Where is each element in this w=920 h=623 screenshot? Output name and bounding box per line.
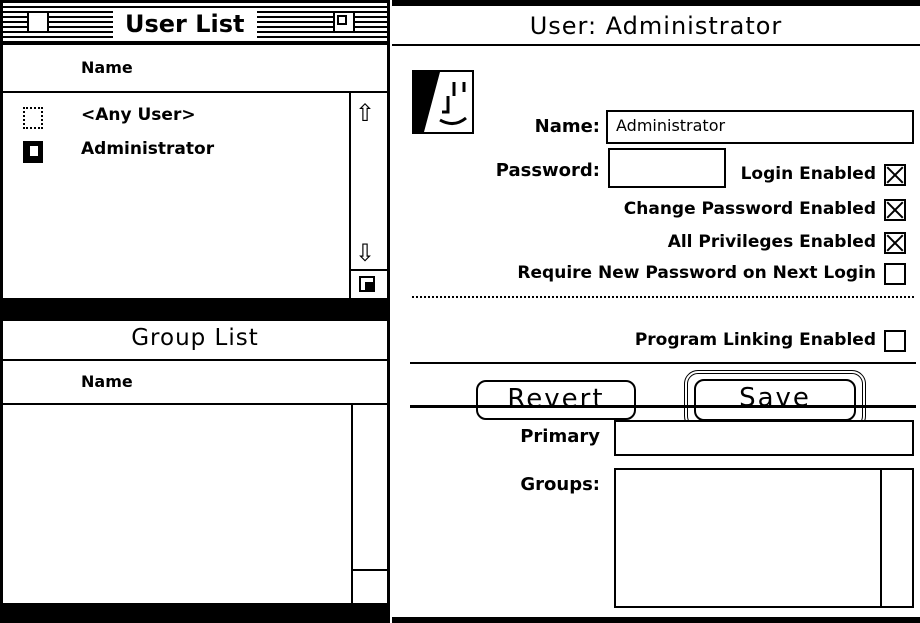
- group-list-scrollbar[interactable]: [351, 405, 387, 603]
- list-item[interactable]: <Any User>: [3, 103, 349, 133]
- groups-list[interactable]: [614, 468, 914, 608]
- user-detail-window: User: Administrator Name: Administrator …: [392, 0, 920, 623]
- grow-box-icon[interactable]: [353, 569, 387, 603]
- all-privileges-checkbox[interactable]: [884, 232, 906, 254]
- group-list-header: Name: [3, 361, 387, 405]
- change-password-checkbox[interactable]: [884, 199, 906, 221]
- user-detail-title: User: Administrator: [392, 6, 920, 46]
- grow-box-icon[interactable]: [351, 269, 387, 298]
- scroll-down-arrow-icon[interactable]: ⇩: [355, 241, 375, 265]
- save-button[interactable]: Save: [694, 379, 856, 421]
- revert-button[interactable]: Revert: [476, 380, 636, 420]
- groups-scrollbar[interactable]: [880, 470, 912, 606]
- group-list-column-name[interactable]: Name: [81, 372, 133, 391]
- user-list-window: User List Name <Any User> Administrator …: [0, 0, 390, 318]
- user-filled-icon: [23, 141, 43, 163]
- group-list-window: Group List Name: [0, 318, 390, 623]
- divider: [410, 362, 916, 364]
- divider-thick: [410, 405, 916, 408]
- change-password-label: Change Password Enabled: [623, 199, 876, 219]
- all-privileges-label: All Privileges Enabled: [667, 232, 876, 252]
- group-list-titlebar[interactable]: Group List: [3, 321, 387, 361]
- password-label: Password:: [495, 160, 600, 181]
- bottom-border: [392, 617, 920, 623]
- login-enabled-checkbox[interactable]: [884, 164, 906, 186]
- require-new-password-label: Require New Password on Next Login: [517, 263, 876, 283]
- user-list-scrollbar[interactable]: ⇧ ⇩: [349, 93, 387, 298]
- scroll-up-arrow-icon[interactable]: ⇧: [355, 101, 375, 125]
- zoom-box-icon[interactable]: [333, 11, 355, 33]
- name-field[interactable]: Administrator: [606, 110, 914, 144]
- user-face-icon: [412, 70, 474, 134]
- close-box-icon[interactable]: [27, 11, 49, 33]
- list-item-label: <Any User>: [81, 105, 196, 125]
- login-enabled-label: Login Enabled: [740, 164, 876, 184]
- primary-label: Primary: [520, 426, 600, 447]
- user-list-footer-bar: [3, 298, 387, 315]
- list-item-label: Administrator: [81, 139, 215, 159]
- list-item[interactable]: Administrator: [3, 137, 349, 167]
- name-label: Name:: [534, 116, 600, 137]
- divider: [412, 296, 914, 298]
- program-linking-label: Program Linking Enabled: [634, 330, 876, 350]
- user-list-header: Name: [3, 45, 387, 93]
- group-list-footer-bar: [3, 603, 387, 620]
- user-list-title: User List: [113, 8, 257, 40]
- program-linking-checkbox[interactable]: [884, 330, 906, 352]
- primary-group-field[interactable]: [614, 420, 914, 456]
- require-new-password-checkbox[interactable]: [884, 263, 906, 285]
- user-outline-icon: [23, 107, 43, 129]
- user-list-titlebar[interactable]: User List: [3, 3, 387, 45]
- group-list: [3, 405, 351, 603]
- user-list: <Any User> Administrator: [3, 93, 349, 298]
- groups-label: Groups:: [520, 474, 600, 495]
- user-list-column-name[interactable]: Name: [81, 58, 133, 77]
- group-list-title: Group List: [131, 325, 259, 351]
